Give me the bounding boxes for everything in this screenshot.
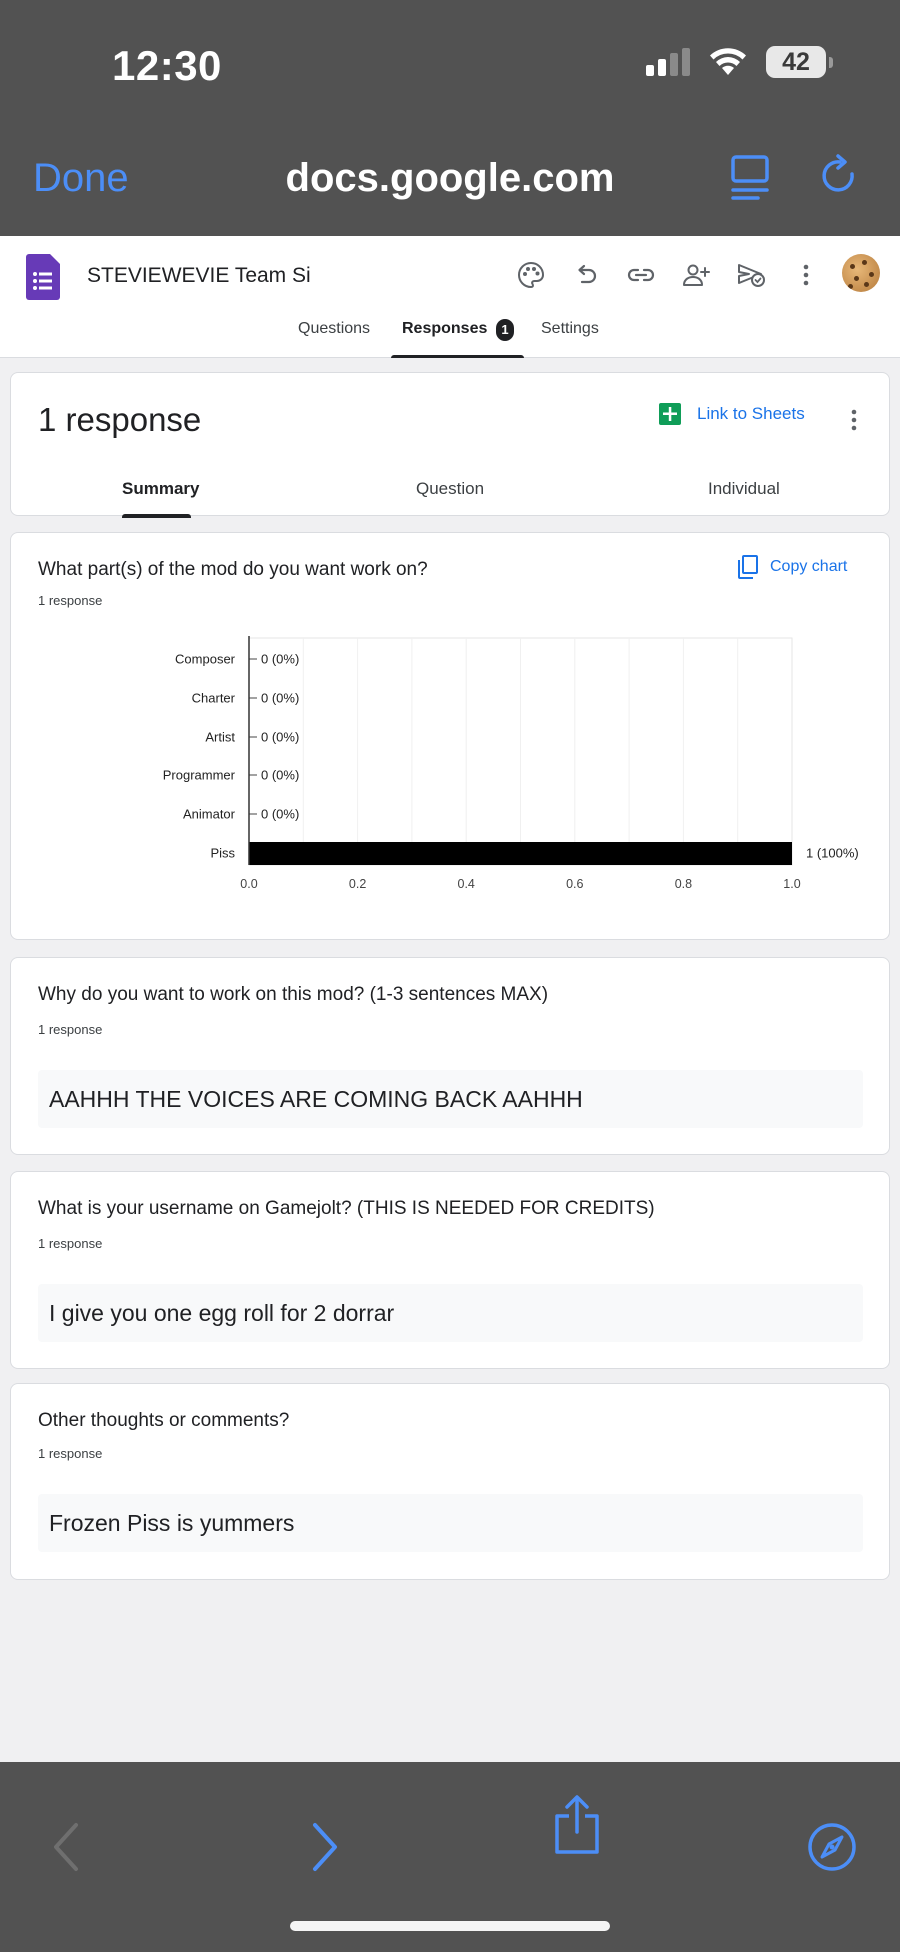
bar-value-label: 0 (0%) <box>261 807 299 822</box>
category-label: Programmer <box>163 768 236 783</box>
wifi-icon <box>710 48 746 75</box>
category-label: Animator <box>183 807 236 822</box>
category-label: Charter <box>192 691 236 706</box>
x-tick-label: 0.0 <box>240 877 257 891</box>
share-icon[interactable] <box>553 1794 601 1856</box>
question-title: Why do you want to work on this mod? (1-… <box>38 984 549 1005</box>
more-options-icon[interactable] <box>791 260 821 290</box>
category-label: Piss <box>210 846 235 861</box>
home-indicator <box>290 1921 610 1931</box>
link-to-sheets-button[interactable]: Link to Sheets <box>659 403 805 425</box>
responses-bar-chart: 0.0 0.2 0.4 0.6 0.8 1.0 Composer 0 (0%) Charter 0… <box>163 636 859 891</box>
question-response-count: 1 response <box>38 1022 103 1037</box>
status-time: 12:30 <box>112 42 222 89</box>
bar-value-label: 0 (0%) <box>261 652 299 667</box>
account-avatar[interactable] <box>842 254 880 292</box>
x-tick-label: 0.4 <box>458 877 475 891</box>
publish-icon[interactable] <box>736 260 766 290</box>
palette-icon[interactable] <box>516 260 546 290</box>
response-answer: AAHHH THE VOICES ARE COMING BACK AAHHH <box>38 1070 863 1128</box>
summary-more-icon[interactable] <box>851 409 857 431</box>
link-to-sheets-label: Link to Sheets <box>697 404 805 423</box>
category-label: Composer <box>175 652 236 667</box>
x-tick-label: 0.2 <box>349 877 366 891</box>
battery-indicator: 42 <box>766 46 833 78</box>
browser-top-bar: 12:30 42 Done docs.google.com <box>0 0 900 236</box>
responses-summary-card: 1 response Link to Sheets Summary Questi… <box>10 372 890 518</box>
form-tabs: Questions Responses 1 Settings <box>0 314 900 358</box>
x-tick-label: 0.6 <box>566 877 583 891</box>
question-title: Other thoughts or comments? <box>38 1410 290 1431</box>
link-icon[interactable] <box>626 260 656 290</box>
back-icon[interactable] <box>52 1822 80 1872</box>
bar-value-label: 1 (100%) <box>806 846 859 861</box>
undo-icon[interactable] <box>571 260 601 290</box>
active-subtab-indicator <box>122 514 191 518</box>
tab-settings[interactable]: Settings <box>541 320 599 358</box>
add-collaborator-icon[interactable] <box>681 260 711 290</box>
question-card-chart: What part(s) of the mod do you want work… <box>10 532 890 940</box>
active-tab-indicator <box>391 355 524 358</box>
forms-header: STEVIEWEVIE Team Si Questions Responses … <box>0 236 900 358</box>
response-answer: Frozen Piss is yummers <box>38 1494 863 1552</box>
question-card-text: Other thoughts or comments? 1 response F… <box>10 1383 890 1580</box>
response-count: 1 response <box>38 401 202 438</box>
bar-value-label: 0 (0%) <box>261 691 299 706</box>
question-response-count: 1 response <box>38 1236 103 1251</box>
question-card-text: Why do you want to work on this mod? (1-… <box>10 957 890 1155</box>
question-title: What is your username on Gamejolt? (THIS… <box>38 1198 655 1219</box>
compass-icon[interactable] <box>807 1822 857 1872</box>
form-title: STEVIEWEVIE Team Si <box>87 264 311 287</box>
forward-icon[interactable] <box>311 1822 339 1872</box>
bar-value-label: 0 (0%) <box>261 768 299 783</box>
google-sheets-icon <box>659 403 681 425</box>
responses-count-badge: 1 <box>496 319 514 341</box>
reader-view-icon[interactable] <box>730 154 770 200</box>
bar-value-label: 0 (0%) <box>261 730 299 745</box>
question-card-text: What is your username on Gamejolt? (THIS… <box>10 1171 890 1369</box>
bar-piss <box>249 842 792 865</box>
subtab-individual[interactable]: Individual <box>708 479 780 499</box>
subtab-summary[interactable]: Summary <box>122 479 199 499</box>
x-tick-label: 0.8 <box>675 877 692 891</box>
tab-responses[interactable]: Responses <box>402 320 487 358</box>
tab-questions[interactable]: Questions <box>298 320 370 358</box>
reload-icon[interactable] <box>820 154 860 200</box>
response-answer: I give you one egg roll for 2 dorrar <box>38 1284 863 1342</box>
category-label: Artist <box>205 730 235 745</box>
subtab-question[interactable]: Question <box>416 479 484 499</box>
status-icons: 42 <box>646 46 833 78</box>
cellular-signal-icon <box>646 48 690 76</box>
done-button[interactable]: Done <box>33 156 129 201</box>
google-forms-logo-icon <box>26 254 60 300</box>
question-response-count: 1 response <box>38 1446 103 1461</box>
x-tick-label: 1.0 <box>783 877 800 891</box>
